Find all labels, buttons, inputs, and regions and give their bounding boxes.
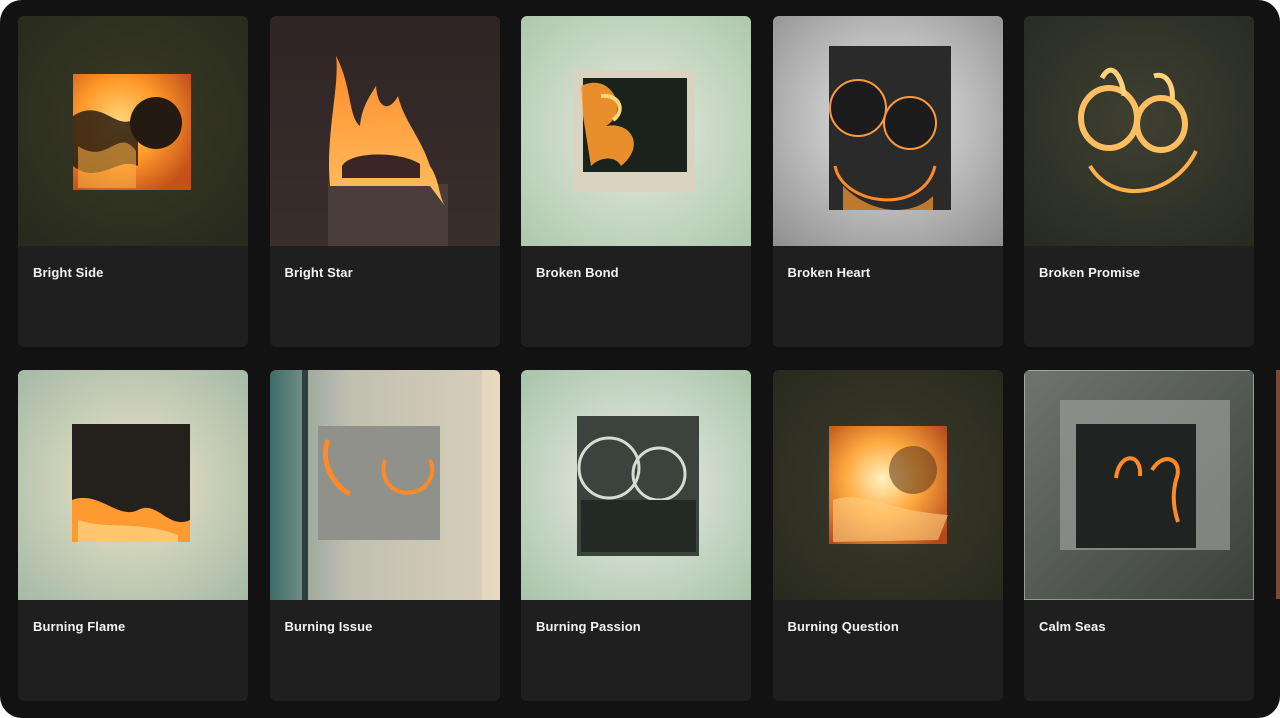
style-thumbnail [269,370,500,600]
style-card-broken-heart[interactable]: Broken Heart [772,16,1003,347]
style-thumbnail [521,370,751,600]
style-thumbnail [1024,370,1254,600]
style-thumbnail [18,16,248,246]
style-card-title: Calm Seas [1039,619,1106,634]
style-thumbnail [772,370,1003,600]
style-card-title: Burning Passion [536,619,641,634]
style-thumbnail [1024,16,1254,246]
style-card-broken-promise[interactable]: Broken Promise [1024,16,1254,347]
style-card-title: Bright Star [284,265,353,280]
style-card-burning-question[interactable]: Burning Question [772,370,1003,701]
app-frame: Bright Side Bright Star Broken Bond Brok… [0,0,1280,718]
style-thumbnail [18,370,248,600]
style-thumbnail [772,16,1003,246]
style-card-title: Broken Heart [787,265,871,280]
style-card-burning-issue[interactable]: Burning Issue [269,370,500,701]
style-card-calm-seas[interactable]: Calm Seas [1024,370,1254,701]
style-card-title: Burning Question [787,619,899,634]
style-card-broken-bond[interactable]: Broken Bond [521,16,751,347]
style-card-bright-star[interactable]: Bright Star [269,16,500,347]
style-card-burning-passion[interactable]: Burning Passion [521,370,751,701]
style-card-bright-side[interactable]: Bright Side [18,16,248,347]
style-card-burning-flame[interactable]: Burning Flame [18,370,248,701]
style-gallery-grid: Bright Side Bright Star Broken Bond Brok… [18,16,1254,701]
style-card-title: Burning Flame [33,619,126,634]
style-thumbnail [521,16,751,246]
style-card-title: Burning Issue [284,619,373,634]
style-card-title: Bright Side [33,265,104,280]
style-card-title: Broken Promise [1039,265,1141,280]
next-card-edge [1276,370,1280,599]
style-card-title: Broken Bond [536,265,619,280]
style-thumbnail [269,16,500,246]
